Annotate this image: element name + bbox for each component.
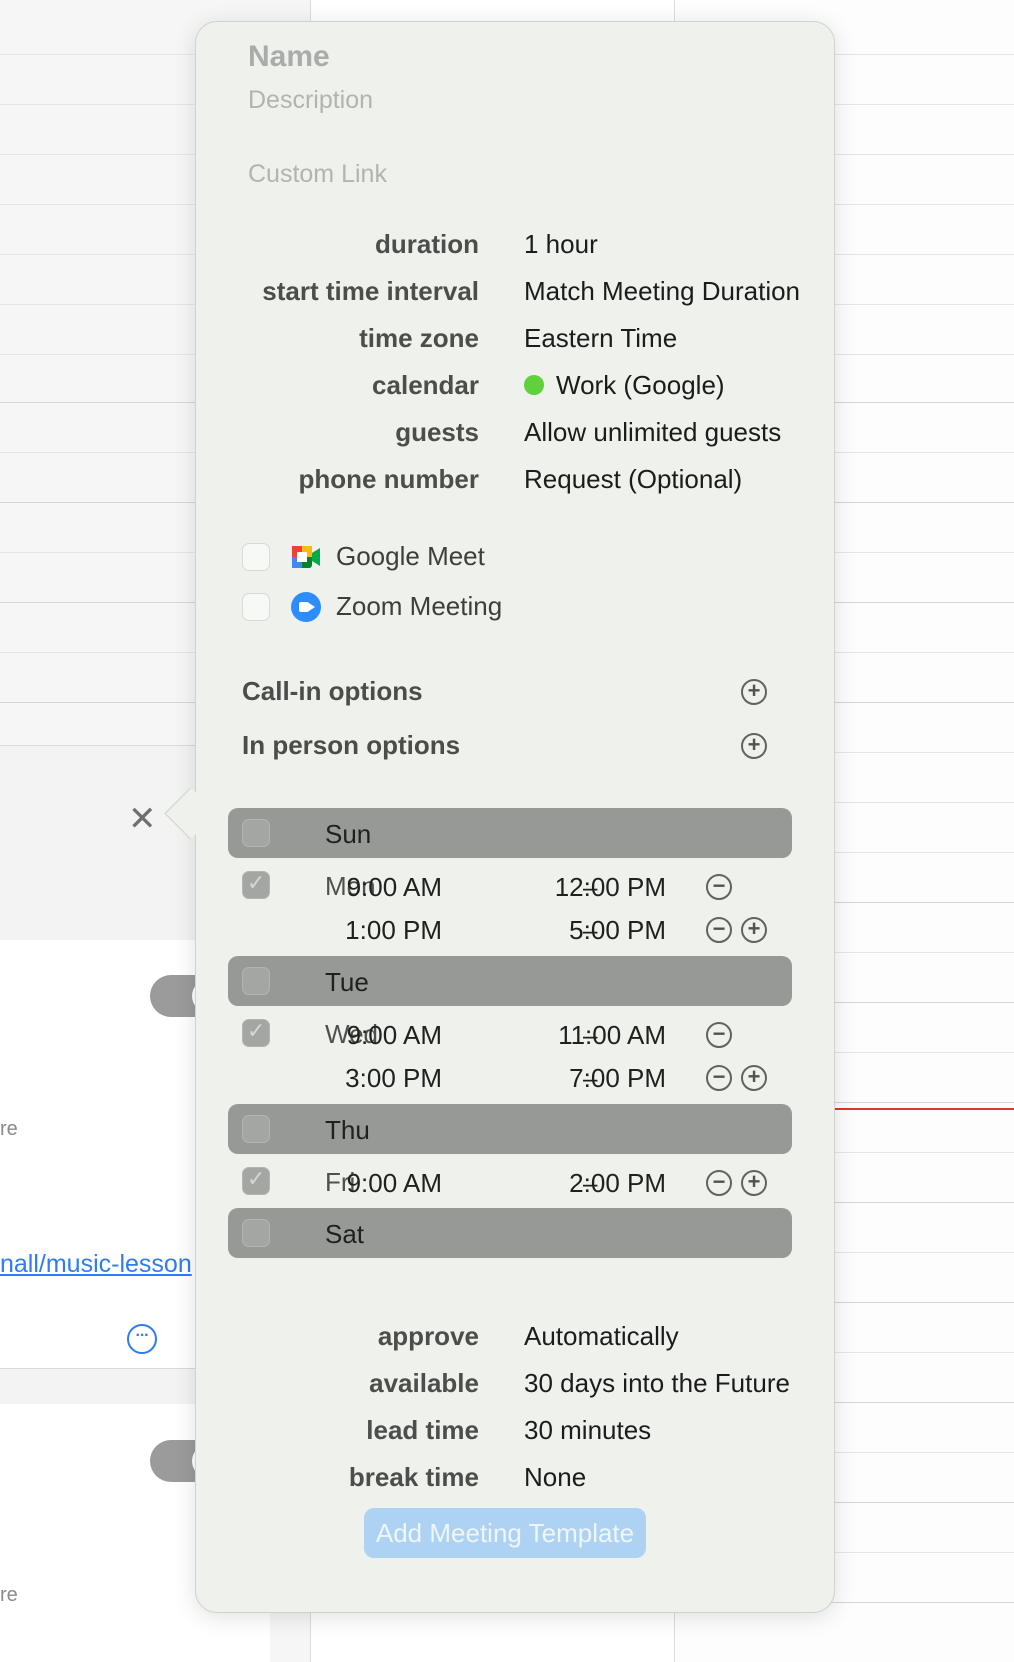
slot-end-time[interactable]: 12:00 PM	[555, 872, 666, 903]
google-meet-label: Google Meet	[336, 541, 485, 571]
slot-end-time[interactable]: 5:00 PM	[569, 915, 666, 946]
guests-value[interactable]: Allow unlimited guests	[524, 417, 781, 448]
zoom-meeting-label: Zoom Meeting	[336, 591, 503, 621]
calendar-label: calendar	[372, 370, 479, 400]
background-text: re	[0, 1584, 18, 1606]
time-zone-label: time zone	[359, 323, 479, 353]
add-slot-icon[interactable]: +	[741, 917, 767, 943]
approve-label: approve	[377, 1321, 479, 1351]
day-name: Sat	[325, 1219, 365, 1249]
break-time-label: break time	[348, 1462, 479, 1492]
start-time-interval-value[interactable]: Match Meeting Duration	[524, 276, 800, 307]
name-field[interactable]: Name	[248, 40, 330, 74]
more-options-icon[interactable]: ···	[127, 1324, 157, 1354]
add-slot-icon[interactable]: +	[741, 1065, 767, 1091]
add-slot-icon[interactable]: +	[741, 1170, 767, 1196]
approve-value[interactable]: Automatically	[524, 1321, 679, 1352]
calendar-value-text: Work (Google)	[556, 370, 725, 400]
in-person-options-label: In person options	[242, 730, 461, 760]
day-row-wed: Wed 9:00 AM – 11:00 AM − 3:00 PM – 7:00 …	[228, 1008, 792, 1104]
day-row-mon: Mon 9:00 AM – 12:00 PM − 1:00 PM – 5:00 …	[228, 860, 792, 956]
time-zone-value[interactable]: Eastern Time	[524, 323, 677, 354]
slot-start-time[interactable]: 9:00 AM	[347, 1020, 442, 1051]
slot-start-time[interactable]: 9:00 AM	[347, 1168, 442, 1199]
add-meeting-template-button[interactable]: Add Meeting Template	[364, 1508, 646, 1558]
zoom-meeting-checkbox[interactable]	[242, 593, 270, 621]
day-row-sun: Sun	[228, 808, 792, 858]
available-value[interactable]: 30 days into the Future	[524, 1368, 790, 1399]
day-checkbox-wed[interactable]	[242, 1018, 270, 1047]
duration-label: duration	[375, 229, 479, 259]
day-checkbox-fri[interactable]	[242, 1166, 270, 1195]
day-row-thu: Thu	[228, 1104, 792, 1154]
remove-slot-icon[interactable]: −	[706, 917, 732, 943]
add-call-in-option-icon[interactable]: +	[741, 679, 767, 705]
guests-label: guests	[395, 417, 479, 447]
start-time-interval-label: start time interval	[262, 276, 479, 306]
close-icon[interactable]: ✕	[128, 802, 157, 836]
background-text: re	[0, 1118, 18, 1140]
day-row-fri: Fri 9:00 AM – 2:00 PM − +	[228, 1156, 792, 1208]
phone-number-label: phone number	[298, 464, 479, 494]
slot-end-time[interactable]: 11:00 AM	[558, 1020, 666, 1051]
call-in-options-label: Call-in options	[242, 676, 423, 706]
remove-slot-icon[interactable]: −	[706, 1170, 732, 1196]
available-label: available	[369, 1368, 479, 1398]
custom-link-field[interactable]: Custom Link	[248, 160, 387, 189]
calendar-color-dot	[524, 375, 544, 395]
break-time-value[interactable]: None	[524, 1462, 586, 1493]
lead-time-value[interactable]: 30 minutes	[524, 1415, 651, 1446]
day-checkbox-tue[interactable]	[242, 967, 270, 995]
meeting-template-popover: Name Description Custom Link duration 1 …	[195, 21, 835, 1613]
day-name: Sun	[325, 819, 372, 849]
template-link[interactable]: nall/music-lesson	[0, 1250, 192, 1279]
google-meet-checkbox[interactable]	[242, 543, 270, 571]
add-in-person-option-icon[interactable]: +	[741, 733, 767, 759]
day-row-sat: Sat	[228, 1208, 792, 1258]
phone-number-value[interactable]: Request (Optional)	[524, 464, 742, 495]
day-checkbox-thu[interactable]	[242, 1115, 270, 1143]
current-time-line	[830, 1108, 1014, 1110]
slot-end-time[interactable]: 7:00 PM	[569, 1063, 666, 1094]
day-checkbox-mon[interactable]	[242, 870, 270, 899]
calendar-value[interactable]: Work (Google)	[524, 370, 725, 401]
slot-start-time[interactable]: 3:00 PM	[345, 1063, 442, 1094]
remove-slot-icon[interactable]: −	[706, 1065, 732, 1091]
duration-value[interactable]: 1 hour	[524, 229, 598, 260]
slot-start-time[interactable]: 1:00 PM	[345, 915, 442, 946]
description-field[interactable]: Description	[248, 86, 373, 115]
day-row-tue: Tue	[228, 956, 792, 1006]
slot-start-time[interactable]: 9:00 AM	[347, 872, 442, 903]
day-checkbox-sun[interactable]	[242, 819, 270, 847]
lead-time-label: lead time	[366, 1415, 479, 1445]
day-checkbox-sat[interactable]	[242, 1219, 270, 1247]
day-name: Tue	[325, 967, 369, 997]
remove-slot-icon[interactable]: −	[706, 874, 732, 900]
google-meet-icon	[292, 546, 320, 568]
zoom-icon	[291, 592, 321, 622]
day-name: Thu	[325, 1115, 370, 1145]
remove-slot-icon[interactable]: −	[706, 1022, 732, 1048]
slot-end-time[interactable]: 2:00 PM	[569, 1168, 666, 1199]
